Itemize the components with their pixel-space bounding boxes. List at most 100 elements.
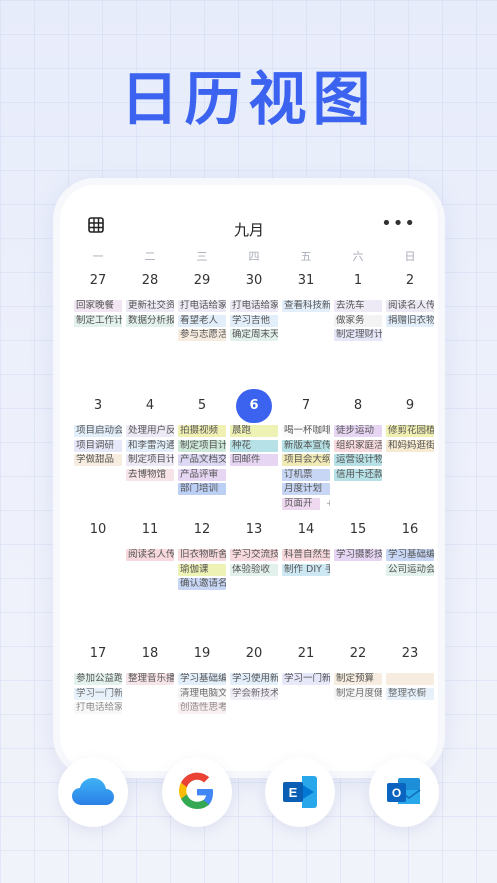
today-date-number[interactable]: 6 — [236, 389, 272, 423]
day-cell[interactable]: 29 打电话给家看望老人参与志愿活 — [176, 270, 228, 390]
day-cell[interactable]: 5 拍摄视频制定项目计产品文档交产品评审部门培训 — [176, 395, 228, 515]
day-cell[interactable]: 30 打电话给家学习吉他确定周末天 — [228, 270, 280, 390]
event-chip[interactable]: 信用卡还款 — [334, 468, 382, 481]
date-number[interactable]: 18 — [124, 643, 176, 665]
event-chip[interactable]: 做家务 — [334, 314, 382, 327]
date-number[interactable]: 23 — [384, 643, 436, 665]
event-chip[interactable]: 学做甜品 — [74, 454, 122, 466]
event-chip[interactable]: 去博物馆 — [126, 468, 174, 481]
icloud-app-button[interactable] — [58, 757, 128, 827]
date-number[interactable]: 5 — [176, 395, 228, 417]
event-chip[interactable]: 捐赠旧衣物 — [386, 314, 434, 327]
event-chip[interactable]: 科普自然生 — [282, 549, 330, 561]
event-chip[interactable]: 学习摄影技 — [334, 549, 382, 561]
day-cell[interactable]: 13 学习交流技体验验收 — [228, 519, 280, 639]
event-chip[interactable]: 产品评审 — [178, 468, 226, 481]
date-number[interactable]: 16 — [384, 519, 436, 541]
event-chip[interactable]: 制定项目计 — [178, 439, 226, 452]
event-chip[interactable]: 打电话给家 — [230, 300, 278, 312]
event-chip[interactable]: 种花 — [230, 439, 278, 452]
event-chip[interactable]: 回家晚餐 — [74, 300, 122, 312]
event-chip[interactable]: 学习基础编 — [386, 549, 434, 561]
date-number[interactable]: 10 — [72, 519, 124, 541]
date-number[interactable]: 19 — [176, 643, 228, 665]
event-chip[interactable]: 处理用户反 — [126, 425, 174, 437]
date-number[interactable]: 3 — [72, 395, 124, 417]
event-chip[interactable]: 制定理财计 — [334, 329, 382, 341]
event-chip[interactable]: 制定项目计 — [126, 454, 174, 466]
day-cell[interactable]: 7 喝一杯咖啡新版本宣传项目会大纲订机票月度计划页面开 +2 — [280, 395, 332, 515]
date-number[interactable]: 8 — [332, 395, 384, 417]
event-chip[interactable]: 确定周末天 — [230, 329, 278, 341]
date-number[interactable]: 29 — [176, 270, 228, 292]
date-number[interactable]: 27 — [72, 270, 124, 292]
event-chip[interactable]: 学习交流技 — [230, 549, 278, 561]
event-chip[interactable]: 和李雷沟通 — [126, 439, 174, 452]
day-cell[interactable]: 12 旧衣物断舍 瑜伽课 确认邀请名 — [176, 519, 228, 639]
event-chip[interactable]: 参与志愿活 — [178, 329, 226, 341]
event-chip[interactable]: 项目调研 — [74, 439, 122, 452]
date-number[interactable]: 21 — [280, 643, 332, 665]
event-chip[interactable]: 看望老人 — [178, 314, 226, 327]
event-chip[interactable]: 页面开 +2 — [282, 497, 330, 510]
day-cell[interactable]: 3 项目启动会项目调研学做甜品 — [72, 395, 124, 515]
day-cell[interactable]: 28 更新社交资数据分析报 — [124, 270, 176, 390]
date-number[interactable]: 12 — [176, 519, 228, 541]
event-chip[interactable]: 学习吉他 — [230, 314, 278, 327]
event-chip[interactable]: 数据分析报 — [126, 314, 174, 327]
date-number[interactable]: 2 — [384, 270, 436, 292]
date-number[interactable]: 4 — [124, 395, 176, 417]
event-chip[interactable]: 订机票 — [282, 468, 330, 481]
event-chip[interactable]: 拍摄视频 — [178, 425, 226, 437]
day-cell[interactable]: 8 徒步运动组织家庭活运营设计物信用卡还款 — [332, 395, 384, 515]
date-number[interactable]: 7 — [280, 395, 332, 417]
event-chip[interactable]: 组织家庭活 — [334, 439, 382, 452]
event-chip[interactable]: 更新社交资 — [126, 300, 174, 312]
date-number[interactable]: 28 — [124, 270, 176, 292]
event-chip[interactable]: 月度计划 — [282, 483, 330, 495]
event-chip[interactable]: 徒步运动 — [334, 425, 382, 437]
event-chip[interactable]: 和妈妈逛街 — [386, 439, 434, 452]
event-chip[interactable]: 去洗车 — [334, 300, 382, 312]
event-chip[interactable]: 瑜伽课 — [178, 563, 226, 576]
day-cell[interactable]: 9 修剪花园植 和妈妈逛街 — [384, 395, 436, 515]
event-chip[interactable]: 打电话给家 — [178, 300, 226, 312]
event-chip[interactable]: 旧衣物断舍 — [178, 549, 226, 561]
day-cell[interactable]: 14 科普自然生制作 DIY 手 — [280, 519, 332, 639]
day-cell[interactable]: 2 阅读名人传捐赠旧衣物 — [384, 270, 436, 390]
google-app-button[interactable] — [162, 757, 232, 827]
day-cell[interactable]: 1 去洗车 做家务 制定理财计 — [332, 270, 384, 390]
day-cell[interactable]: 4 处理用户反和李雷沟通制定项目计去博物馆 — [124, 395, 176, 515]
day-cell[interactable]: 15 学习摄影技 — [332, 519, 384, 639]
outlook-app-button[interactable]: O — [369, 757, 439, 827]
event-chip[interactable]: 项目会大纲 — [282, 454, 330, 466]
date-number[interactable]: 13 — [228, 519, 280, 541]
date-number[interactable]: 14 — [280, 519, 332, 541]
event-chip[interactable]: 体验验收 — [230, 563, 278, 576]
day-cell[interactable]: 31 查看科技新 — [280, 270, 332, 390]
event-chip[interactable]: 晨跑 — [230, 425, 278, 437]
day-cell[interactable]: 27 回家晚餐制定工作计 — [72, 270, 124, 390]
event-chip[interactable]: 阅读名人传 — [126, 549, 174, 561]
event-chip[interactable]: 项目启动会 — [74, 425, 122, 437]
day-cell[interactable]: 11 阅读名人传 — [124, 519, 176, 639]
date-number[interactable]: 11 — [124, 519, 176, 541]
day-cell[interactable]: 10 — [72, 519, 124, 639]
date-number[interactable]: 20 — [228, 643, 280, 665]
date-number[interactable]: 22 — [332, 643, 384, 665]
event-chip[interactable]: 修剪花园植 — [386, 425, 434, 437]
event-chip[interactable]: 运营设计物 — [334, 454, 382, 466]
event-chip[interactable]: 产品文档交 — [178, 454, 226, 466]
event-chip[interactable]: 喝一杯咖啡 — [282, 425, 330, 437]
event-chip[interactable]: 阅读名人传 — [386, 300, 434, 312]
event-chip[interactable]: 部门培训 — [178, 483, 226, 495]
date-number[interactable]: 30 — [228, 270, 280, 292]
exchange-app-button[interactable]: E — [265, 757, 335, 827]
day-cell[interactable]: 6 晨跑 种花 回邮件 — [228, 389, 280, 515]
event-chip[interactable]: 查看科技新 — [282, 300, 330, 312]
day-cell[interactable]: 16 学习基础编公司运动会 — [384, 519, 436, 639]
event-chip[interactable]: 制作 DIY 手 — [282, 563, 330, 576]
more-options-icon[interactable]: ••• — [381, 215, 416, 233]
event-chip[interactable]: 公司运动会 — [386, 563, 434, 576]
event-chip[interactable]: 制定工作计 — [74, 314, 122, 327]
